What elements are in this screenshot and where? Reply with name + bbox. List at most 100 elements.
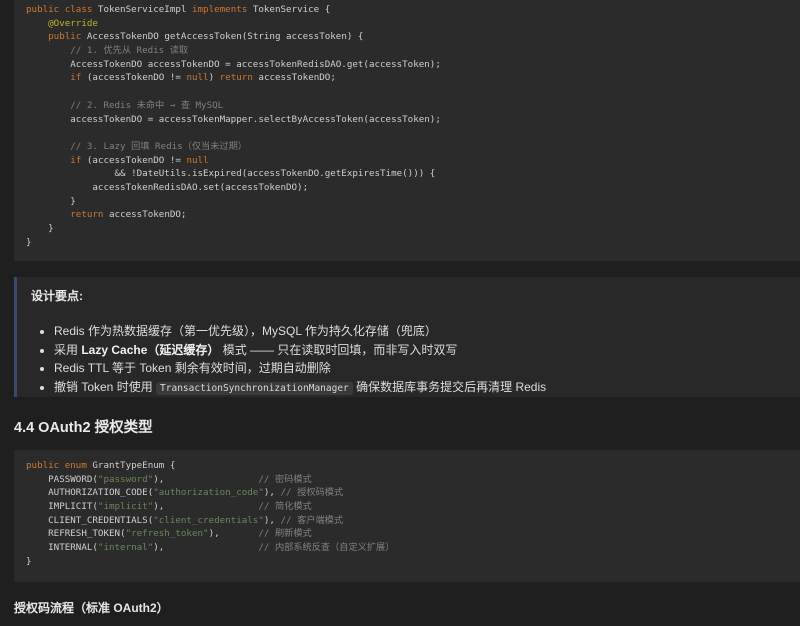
code-token: @Override [48,17,98,29]
code-line: if (accessTokenDO != null [26,154,800,168]
code-line: if (accessTokenDO != null) return access… [26,71,800,85]
design-note-item: 采用 Lazy Cache（延迟缓存） 模式 —— 只在读取时回填，而非写入时双… [54,341,800,360]
code-line: AccessTokenDO accessTokenDO = accessToke… [26,58,800,72]
code-token: GrantTypeEnum { [92,460,176,471]
code-token: INTERNAL( [26,542,98,554]
code-token: if [70,154,87,166]
code-token: ), [263,514,281,526]
code-token: // 2. Redis 未命中 → 查 MySQL [26,99,224,111]
note-text: 采用 [54,342,82,357]
code-token: accessTokenDO; [109,209,187,221]
code-line: } [26,195,800,209]
design-note-item: Redis TTL 等于 Token 剩余有效时间，过期自动删除 [54,359,800,378]
code-token: ), [153,501,259,513]
code-token: REFRESH_TOKEN( [26,528,126,540]
code-token: // 授权码模式 [280,487,344,499]
code-token: } [26,223,54,234]
code-block-grant-type-enum: public enum GrantTypeEnum { PASSWORD("pa… [14,450,800,582]
code-line: } [26,555,800,569]
code-token: // 3. Lazy 回填 Redis（仅当未过期） [26,140,247,152]
code-token: IMPLICIT( [26,501,98,513]
inline-code: TransactionSynchronizationManager [156,381,353,395]
code-line: // 2. Redis 未命中 → 查 MySQL [26,99,800,113]
code-token: "internal" [97,542,154,554]
code-token: return [219,72,259,84]
code-token: ), [153,542,259,554]
code-token: } [26,195,76,207]
code-token: // 刷新模式 [258,528,312,540]
code-token: ) [208,72,220,84]
code-token: "authorization_code" [153,487,264,499]
code-token: // 1. 优先从 Redis 读取 [26,45,189,57]
note-text: 确保数据库事务提交后再清理 Redis [352,379,547,394]
code-token: public class [26,4,98,15]
code-line: @Override [26,17,800,31]
code-line: // 3. Lazy 回填 Redis（仅当未过期） [26,140,800,154]
code-token: CLIENT_CREDENTIALS( [26,514,154,526]
code-line: AUTHORIZATION_CODE("authorization_code")… [26,486,800,500]
code-block-token-service: public class TokenServiceImpl implements… [14,0,800,261]
code-line: IMPLICIT("implicit"), // 简化模式 [26,500,800,514]
code-line: REFRESH_TOKEN("refresh_token"), // 刷新模式 [26,527,800,541]
code-token: "password" [97,473,154,485]
code-line: public class TokenServiceImpl implements… [26,3,800,17]
code-token: // 客户端模式 [280,514,344,526]
code-token: AccessTokenDO getAccessToken(String acce… [86,31,364,43]
code-line: INTERNAL("internal"), // 内部系统反查（自定义扩展） [26,541,800,555]
code-token: } [26,555,32,567]
section-heading: 4.4 OAuth2 授权类型 [14,420,153,436]
code-token: null [186,154,209,166]
code-line: public enum GrantTypeEnum { [26,459,800,473]
code-line: accessTokenDO = accessTokenMapper.select… [26,113,800,127]
code-line: // 1. 优先从 Redis 读取 [26,44,800,58]
code-token: // 密码模式 [258,473,312,485]
code-token: "implicit" [97,501,154,513]
note-text: 撤销 Token 时使用 [54,379,157,394]
code-line: return accessTokenDO; [26,208,800,222]
code-token: AUTHORIZATION_CODE( [26,487,154,499]
code-line: && !DateUtils.isExpired(accessTokenDO.ge… [26,167,800,181]
code-token: public [48,31,87,43]
code-token: ), [263,487,281,499]
code-token: // 内部系统反查（自定义扩展） [258,542,395,554]
code-token: public enum [26,460,93,471]
code-token: } [26,236,32,248]
code-token: (accessTokenDO != [86,154,187,166]
code-line: public AccessTokenDO getAccessToken(Stri… [26,30,800,44]
code-line: } [26,236,800,250]
code-token: AccessTokenDO accessTokenDO = accessToke… [26,58,441,70]
code-token: // 简化模式 [258,501,312,513]
code-token: TokenServiceImpl [97,4,192,15]
code-token: ), [208,528,259,540]
sub-heading: 授权码流程（标准 OAuth2） [14,601,169,615]
code-line: CLIENT_CREDENTIALS("client_credentials")… [26,514,800,528]
code-token: (accessTokenDO != [86,72,187,84]
design-note-item: 撤销 Token 时使用 TransactionSynchronizationM… [54,378,800,399]
code-token: accessTokenRedisDAO.set(accessTokenDO); [26,181,309,193]
code-token: "refresh_token" [125,528,209,540]
code-token: null [186,72,209,84]
code-line: PASSWORD("password"), // 密码模式 [26,473,800,487]
code-line: } [26,222,800,236]
code-token: accessTokenDO = accessTokenMapper.select… [26,113,441,125]
design-note-item: Redis 作为热数据缓存（第一优先级），MySQL 作为持久化存储（兜底） [54,322,800,341]
code-token: if [70,72,87,84]
design-notes-callout: 设计要点: Redis 作为热数据缓存（第一优先级），MySQL 作为持久化存储… [14,277,800,397]
code-token: TokenService { [252,4,331,15]
callout-title: 设计要点: [31,289,83,303]
code-token: && !DateUtils.isExpired(accessTokenDO.ge… [26,168,436,180]
note-text: Lazy Cache（延迟缓存） [81,342,220,357]
note-text: Redis 作为热数据缓存（第一优先级），MySQL 作为持久化存储（兜底） [54,324,437,338]
design-notes-list: Redis 作为热数据缓存（第一优先级），MySQL 作为持久化存储（兜底） 采用… [31,322,800,398]
note-text: 模式 —— 只在读取时回填，而非写入时双写 [219,342,458,357]
code-token: PASSWORD( [26,473,98,485]
code-token: "client_credentials" [153,514,264,526]
code-token: return [70,209,109,221]
